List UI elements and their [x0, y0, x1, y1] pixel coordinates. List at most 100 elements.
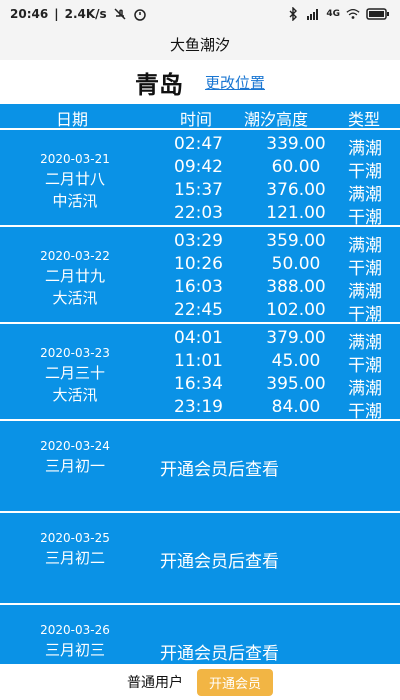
- bluetooth-icon: [286, 7, 300, 21]
- date-block: 2020-03-24 三月初一: [0, 437, 150, 477]
- location-row: 青岛 更改位置: [0, 60, 400, 104]
- header-type: 类型: [348, 110, 381, 129]
- mute-icon: [113, 7, 127, 21]
- tide-time: 16:34: [174, 374, 223, 394]
- tide-height: 121.00: [266, 203, 326, 223]
- tide-time: 22:45: [174, 300, 223, 320]
- tide-row: 22:45 102.00 干潮: [150, 300, 400, 325]
- tide-row: 23:19 84.00 干潮: [150, 397, 400, 422]
- tide-time: 04:01: [174, 328, 223, 348]
- status-speed: 2.4K/s: [64, 7, 107, 21]
- tide-type: 干潮: [348, 259, 382, 279]
- signal-icon: [306, 7, 320, 21]
- lunar-date: 二月廿九: [44, 267, 105, 285]
- user-type-label: 普通用户: [126, 675, 183, 691]
- lunar-date: 三月初二: [44, 549, 105, 567]
- lunar-date: 三月初一: [44, 457, 105, 475]
- lunar-date: 二月三十: [44, 364, 105, 382]
- locked-day-section[interactable]: 2020-03-25 三月初二 开通会员后查看: [0, 511, 400, 603]
- date: 2020-03-21: [40, 152, 110, 166]
- tide-height: 45.00: [271, 351, 321, 371]
- tide-height: 379.00: [266, 328, 326, 348]
- tide-period: 大活汛: [52, 289, 98, 307]
- tide-height: 395.00: [266, 374, 326, 394]
- tide-time: 16:03: [174, 277, 223, 297]
- city-name: 青岛: [134, 70, 183, 99]
- tide-time: 22:03: [174, 203, 223, 223]
- tide-height: 339.00: [266, 134, 326, 154]
- tide-period: 大活汛: [52, 386, 98, 404]
- tide-height: 376.00: [266, 180, 326, 200]
- tide-height: 50.00: [271, 254, 321, 274]
- locked-day-section[interactable]: 2020-03-24 三月初一 开通会员后查看: [0, 419, 400, 511]
- vip-locked-message: 开通会员后查看: [160, 644, 279, 664]
- date: 2020-03-24: [40, 439, 110, 453]
- tide-row: 10:26 50.00 干潮: [150, 254, 400, 279]
- open-vip-button[interactable]: 开通会员: [196, 668, 273, 696]
- tide-type: 干潮: [348, 162, 382, 182]
- date-block: 2020-03-25 三月初二: [0, 529, 150, 569]
- tide-height: 359.00: [266, 231, 326, 251]
- header-height: 潮汐高度: [244, 110, 309, 129]
- tide-table-header: 日期 时间 潮汐高度 类型: [0, 104, 400, 129]
- tide-time: 03:29: [174, 231, 223, 251]
- app-title-bar: 大鱼潮汐: [0, 28, 400, 60]
- status-divider: |: [54, 7, 59, 21]
- app-title: 大鱼潮汐: [169, 35, 230, 54]
- tide-type: 满潮: [348, 333, 382, 353]
- bottom-bar: 普通用户 开通会员: [0, 664, 400, 700]
- tide-type: 满潮: [348, 139, 382, 159]
- tide-time: 23:19: [174, 397, 223, 417]
- tide-row: 16:34 395.00 满潮: [150, 374, 400, 399]
- tide-time: 02:47: [174, 134, 223, 154]
- date-block: 2020-03-26 三月初三: [0, 621, 150, 661]
- vip-locked-message: 开通会员后查看: [160, 552, 279, 572]
- date-block: 2020-03-21 二月廿八 中活汛: [0, 150, 150, 212]
- tide-time: 11:01: [174, 351, 223, 371]
- tide-row: 22:03 121.00 干潮: [150, 203, 400, 228]
- date: 2020-03-25: [40, 531, 110, 545]
- tide-row: 09:42 60.00 干潮: [150, 157, 400, 182]
- wifi-icon: [346, 7, 360, 21]
- tide-row: 15:37 376.00 满潮: [150, 180, 400, 205]
- tide-type: 干潮: [348, 356, 382, 376]
- tide-type: 满潮: [348, 282, 382, 302]
- tide-table-body[interactable]: 2020-03-21 二月廿八 中活汛 02:47 339.00 满潮 09:4…: [0, 128, 400, 664]
- status-left: 20:46 | 2.4K/s: [10, 7, 147, 21]
- tide-height: 388.00: [266, 277, 326, 297]
- header-time: 时间: [180, 110, 213, 129]
- tide-type: 满潮: [348, 185, 382, 205]
- tide-time: 09:42: [174, 157, 223, 177]
- vip-locked-message: 开通会员后查看: [160, 460, 279, 480]
- tide-time: 10:26: [174, 254, 223, 274]
- date-block: 2020-03-23 二月三十 大活汛: [0, 344, 150, 406]
- tide-time: 15:37: [174, 180, 223, 200]
- day-section: 2020-03-23 二月三十 大活汛 04:01 379.00 满潮 11:0…: [0, 322, 400, 422]
- date-block: 2020-03-22 二月廿九 大活汛: [0, 247, 150, 309]
- tide-type: 满潮: [348, 379, 382, 399]
- battery-icon: [366, 7, 390, 21]
- tide-height: 60.00: [271, 157, 321, 177]
- header-date: 日期: [56, 110, 89, 129]
- tide-type: 满潮: [348, 236, 382, 256]
- tide-row: 11:01 45.00 干潮: [150, 351, 400, 376]
- tide-height: 84.00: [271, 397, 321, 417]
- status-right: 4G: [286, 7, 390, 21]
- tide-row: 03:29 359.00 满潮: [150, 231, 400, 256]
- locked-day-section[interactable]: 2020-03-26 三月初三 开通会员后查看: [0, 603, 400, 664]
- status-time: 20:46: [10, 7, 49, 21]
- tide-height: 102.00: [266, 300, 326, 320]
- network-type: 4G: [326, 9, 340, 19]
- status-bar: 20:46 | 2.4K/s 4G: [0, 0, 400, 28]
- tide-period: 中活汛: [52, 192, 98, 210]
- date: 2020-03-26: [40, 623, 110, 637]
- lunar-date: 二月廿八: [44, 170, 105, 188]
- tide-row: 02:47 339.00 满潮: [150, 134, 400, 159]
- date: 2020-03-22: [40, 249, 110, 263]
- change-location-link[interactable]: 更改位置: [205, 72, 265, 93]
- date: 2020-03-23: [40, 346, 110, 360]
- tide-row: 16:03 388.00 满潮: [150, 277, 400, 302]
- lunar-date: 三月初三: [44, 641, 105, 659]
- alarm-icon: [133, 7, 147, 21]
- day-section: 2020-03-22 二月廿九 大活汛 03:29 359.00 满潮 10:2…: [0, 225, 400, 325]
